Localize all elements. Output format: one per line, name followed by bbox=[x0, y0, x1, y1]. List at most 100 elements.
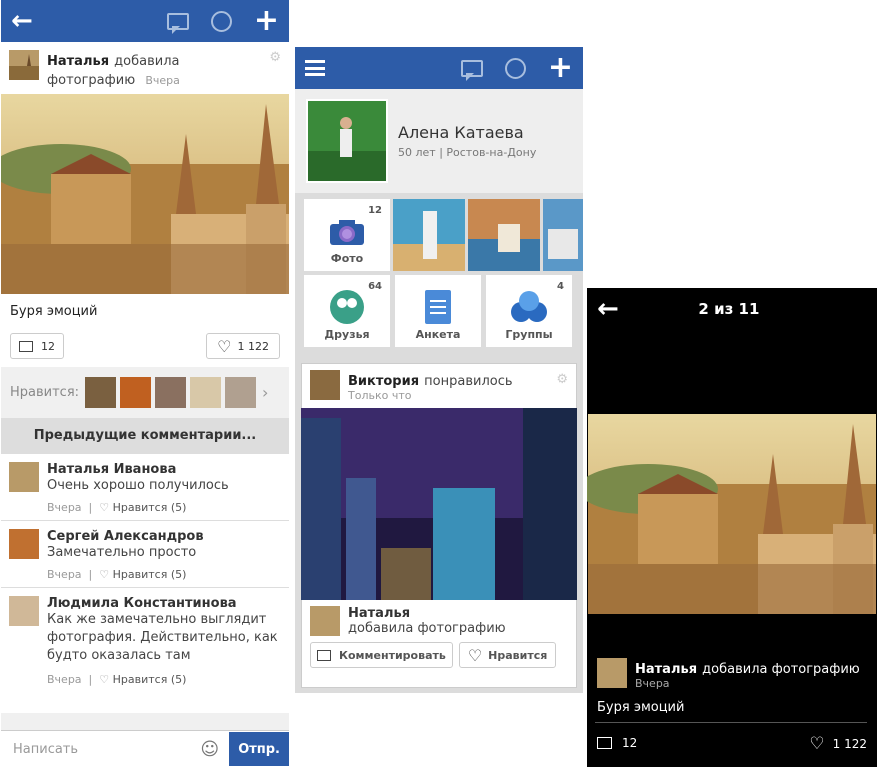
chat-icon bbox=[317, 649, 331, 661]
groups-icon bbox=[511, 291, 547, 322]
post-photo[interactable] bbox=[1, 94, 289, 294]
heart-icon: ♡ bbox=[99, 673, 110, 686]
profile-header: Алена Катаева 50 лет | Ростов-на-Дону bbox=[295, 89, 583, 193]
tile-anketa[interactable]: Анкета bbox=[395, 275, 481, 347]
comment-like[interactable]: Нравится (5) bbox=[113, 501, 187, 514]
author-name[interactable]: Наталья bbox=[47, 54, 109, 69]
tile-anketa-label: Анкета bbox=[415, 328, 461, 341]
comment-like[interactable]: Нравится (5) bbox=[113, 568, 187, 581]
like-button-label: Нравится bbox=[488, 648, 548, 662]
profile-tiles: 12 Фото 64 Друзья Анкета 4 Группы bbox=[295, 193, 583, 353]
avatar[interactable] bbox=[310, 606, 340, 636]
viewer-comments-button[interactable]: 12 bbox=[597, 736, 637, 750]
comment-item: Наталья Иванова Очень хорошо получилось В… bbox=[1, 453, 289, 520]
groups-count: 4 bbox=[557, 281, 564, 292]
photo-thumbnail[interactable] bbox=[543, 199, 583, 271]
comment-author[interactable]: Наталья Иванова bbox=[47, 462, 229, 477]
heart-icon: ♡ bbox=[99, 501, 110, 514]
tile-photo-label: Фото bbox=[330, 252, 364, 265]
comment-button-label: Комментировать bbox=[339, 648, 446, 662]
like-button[interactable]: ♡ 1 122 bbox=[206, 333, 280, 359]
viewer-top-bar: ← 2 из 11 bbox=[587, 288, 877, 330]
profile-name: Алена Катаева bbox=[398, 123, 524, 142]
previous-comments-button[interactable]: Предыдущие комментарии... bbox=[1, 418, 289, 453]
avatar[interactable] bbox=[9, 462, 39, 492]
avatar[interactable] bbox=[310, 370, 340, 400]
friends-count: 64 bbox=[368, 281, 382, 292]
avatar[interactable] bbox=[9, 50, 39, 80]
like-count: 1 122 bbox=[832, 737, 867, 751]
tile-groups[interactable]: 4 Группы bbox=[486, 275, 572, 347]
card-header: Виктория понравилось Только что ⚙ bbox=[302, 364, 576, 408]
comments-button[interactable]: 12 bbox=[10, 333, 64, 359]
top-bar: + bbox=[295, 47, 583, 89]
back-arrow-icon[interactable]: ← bbox=[597, 294, 619, 324]
gear-icon[interactable]: ⚙ bbox=[269, 50, 281, 65]
like-button[interactable]: ♡ Нравится bbox=[458, 642, 557, 668]
divider bbox=[595, 722, 867, 723]
comment-count: 12 bbox=[41, 339, 55, 353]
author-name[interactable]: Наталья bbox=[635, 662, 697, 677]
camera-icon bbox=[330, 220, 364, 245]
avatar[interactable] bbox=[9, 596, 39, 626]
profile-info: 50 лет | Ростов-на-Дону bbox=[398, 146, 537, 159]
liker-avatar[interactable] bbox=[155, 377, 187, 408]
liker-avatar[interactable] bbox=[120, 377, 152, 408]
viewer-like-button[interactable]: ♡ 1 122 bbox=[809, 734, 867, 754]
circle-icon[interactable] bbox=[504, 57, 526, 79]
comment-button[interactable]: Комментировать bbox=[310, 642, 453, 668]
comment-author[interactable]: Людмила Константинова bbox=[47, 596, 281, 611]
likes-label: Нравится: bbox=[10, 385, 80, 400]
post-action: добавила bbox=[114, 54, 180, 69]
chat-icon[interactable] bbox=[166, 12, 189, 34]
comment-composer: Написать ☺ Отпр. bbox=[1, 730, 289, 767]
comment-time: Вчера bbox=[47, 568, 82, 581]
plus-icon[interactable]: + bbox=[254, 6, 279, 36]
comment-time: Вчера bbox=[47, 673, 82, 686]
comment-author[interactable]: Сергей Александров bbox=[47, 529, 204, 544]
circle-icon[interactable] bbox=[210, 10, 232, 32]
gear-icon[interactable]: ⚙ bbox=[556, 372, 568, 387]
tile-friends[interactable]: 64 Друзья bbox=[304, 275, 390, 347]
feed-card: Виктория понравилось Только что ⚙ Наталь… bbox=[301, 363, 577, 688]
profile-photo[interactable] bbox=[306, 99, 388, 183]
comment-text: Замечательно просто bbox=[47, 545, 197, 560]
comment-item: Сергей Александров Замечательно просто Вч… bbox=[1, 520, 289, 587]
post-time: Только что bbox=[348, 389, 412, 402]
menu-icon[interactable] bbox=[305, 60, 325, 76]
comment-time: Вчера bbox=[47, 501, 82, 514]
avatar[interactable] bbox=[9, 529, 39, 559]
card-sub: Наталья добавила фотографию bbox=[302, 600, 576, 642]
post-time: Вчера bbox=[145, 74, 180, 87]
post-photo[interactable] bbox=[301, 408, 577, 600]
tile-photo[interactable]: 12 Фото bbox=[304, 199, 390, 271]
comment-text: Как же замечательно выглядит фотография.… bbox=[47, 612, 278, 663]
profile-screen: + Алена Катаева 50 лет | Ростов-на-Дону … bbox=[295, 47, 583, 693]
photo-thumbnail[interactable] bbox=[468, 199, 540, 271]
feed-screen: ← + Наталья добавила фотографию Вчера ⚙ … bbox=[1, 0, 289, 767]
like-count: 1 122 bbox=[237, 339, 270, 353]
comment-input[interactable]: Написать bbox=[1, 742, 200, 757]
comment-count: 12 bbox=[622, 736, 638, 750]
author-name[interactable]: Виктория bbox=[348, 374, 419, 389]
liker-avatar[interactable] bbox=[225, 377, 257, 408]
comment-item: Людмила Константинова Как же замечательно… bbox=[1, 587, 289, 713]
heart-icon: ♡ bbox=[467, 645, 483, 665]
sub-author[interactable]: Наталья bbox=[348, 606, 506, 621]
liker-avatar[interactable] bbox=[85, 377, 117, 408]
back-arrow-icon[interactable]: ← bbox=[11, 6, 33, 36]
liker-avatar[interactable] bbox=[190, 377, 222, 408]
comment-like[interactable]: Нравится (5) bbox=[113, 673, 187, 686]
post-action-2: фотографию bbox=[47, 73, 136, 88]
chevron-right-icon[interactable]: › bbox=[262, 383, 268, 402]
chat-icon[interactable] bbox=[460, 59, 483, 81]
send-button[interactable]: Отпр. bbox=[229, 732, 289, 766]
plus-icon[interactable]: + bbox=[548, 53, 573, 83]
photo-thumbnail[interactable] bbox=[393, 199, 465, 271]
avatar[interactable] bbox=[597, 658, 627, 688]
sub-action: добавила фотографию bbox=[348, 621, 506, 636]
post-time: Вчера bbox=[635, 677, 670, 690]
smiley-icon[interactable]: ☺ bbox=[200, 739, 219, 760]
viewer-photo[interactable] bbox=[587, 414, 877, 614]
heart-icon: ♡ bbox=[217, 336, 232, 356]
